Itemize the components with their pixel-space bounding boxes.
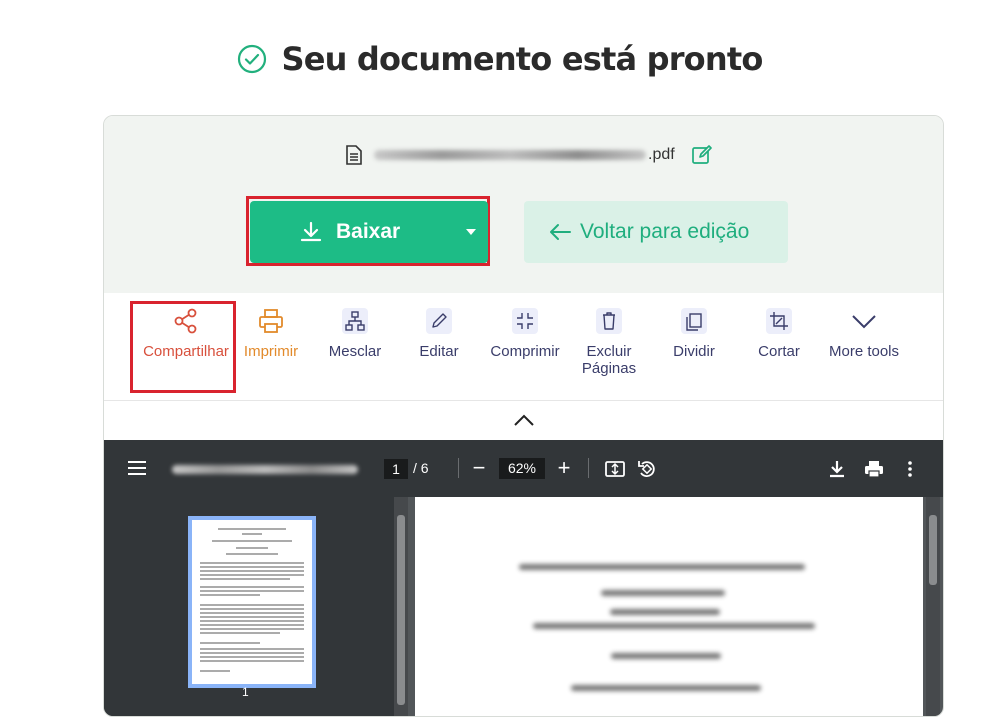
pdf-title-redacted xyxy=(172,465,358,474)
tool-merge[interactable]: Mesclar xyxy=(320,301,390,360)
tool-split-label: Dividir xyxy=(673,343,715,360)
page-number-input[interactable]: 1 xyxy=(384,459,408,479)
tool-compress[interactable]: Comprimir xyxy=(484,301,566,360)
redacted-text-line xyxy=(601,590,725,596)
pdf-toolbar: 1 / 6 − 62% + xyxy=(104,440,943,497)
toolbar-separator xyxy=(588,458,589,478)
tool-delete-pages[interactable]: Excluir Páginas xyxy=(574,301,644,377)
arrow-left-icon xyxy=(550,224,571,240)
crop-icon xyxy=(766,308,792,334)
tool-more[interactable]: More tools xyxy=(822,301,906,360)
back-to-edit-button[interactable]: Voltar para edição xyxy=(524,201,788,263)
tool-edit-label: Editar xyxy=(419,343,459,360)
tool-crop-label: Cortar xyxy=(758,343,800,360)
toolbar-separator xyxy=(458,458,459,478)
tool-print[interactable]: Imprimir xyxy=(232,301,310,360)
tool-split[interactable]: Dividir xyxy=(664,301,724,360)
download-icon xyxy=(300,221,322,242)
chevron-down-icon xyxy=(852,315,876,329)
page-thumbnail[interactable] xyxy=(188,516,316,688)
tool-more-label: More tools xyxy=(828,343,900,360)
merge-icon xyxy=(342,308,368,334)
tool-crop[interactable]: Cortar xyxy=(749,301,809,360)
page-total: / 6 xyxy=(413,460,429,476)
file-name-row: .pdf xyxy=(346,144,713,166)
tool-compress-label: Comprimir xyxy=(490,343,560,360)
menu-icon[interactable] xyxy=(128,460,146,476)
check-circle-icon xyxy=(238,44,267,74)
pencil-icon xyxy=(426,308,452,334)
zoom-out-button[interactable]: − xyxy=(470,457,488,479)
document-icon xyxy=(346,145,362,165)
zoom-level[interactable]: 62% xyxy=(499,458,545,479)
rotate-icon[interactable] xyxy=(636,458,658,480)
more-options-icon[interactable] xyxy=(899,458,921,480)
download-pdf-icon[interactable] xyxy=(826,458,848,480)
trash-icon xyxy=(596,308,622,334)
printer-icon xyxy=(259,309,283,333)
compress-icon xyxy=(512,308,538,334)
download-panel: .pdf Baixar Voltar para edição xyxy=(104,116,943,293)
page-heading: Seu documento está pronto xyxy=(0,40,1000,78)
redacted-text-line xyxy=(571,685,761,691)
chevron-up-icon[interactable] xyxy=(512,412,536,428)
dropdown-caret-icon[interactable] xyxy=(466,229,476,235)
redacted-text-line xyxy=(611,653,721,659)
zoom-in-button[interactable]: + xyxy=(555,457,573,479)
fit-page-icon[interactable] xyxy=(604,458,626,480)
split-icon xyxy=(681,308,707,334)
file-name-redacted xyxy=(374,150,646,160)
redacted-text-line xyxy=(610,609,720,615)
page-title: Seu documento está pronto xyxy=(281,40,763,78)
print-icon[interactable] xyxy=(863,458,885,480)
redacted-text-line xyxy=(519,564,805,570)
thumbnail-page-number: 1 xyxy=(242,685,249,699)
share-highlight-frame xyxy=(130,301,236,393)
thumbnail-sidebar: 1 xyxy=(104,497,394,716)
edit-icon[interactable] xyxy=(691,144,713,166)
tool-edit[interactable]: Editar xyxy=(409,301,469,360)
divider xyxy=(104,400,943,401)
tool-print-label: Imprimir xyxy=(243,343,299,360)
redacted-text-line xyxy=(533,623,815,629)
pdf-page xyxy=(415,497,923,716)
file-extension: .pdf xyxy=(648,146,675,163)
tool-merge-label: Mesclar xyxy=(328,343,382,360)
tool-delete-pages-label: Excluir Páginas xyxy=(581,343,637,377)
result-card: .pdf Baixar Voltar para edição Compartil… xyxy=(103,115,944,717)
back-to-edit-label: Voltar para edição xyxy=(580,220,750,243)
thumbnail-scrollbar[interactable] xyxy=(394,497,408,716)
download-button[interactable]: Baixar xyxy=(250,201,488,263)
download-label: Baixar xyxy=(336,220,401,243)
pdf-viewer: 1 / 6 − 62% + 1 xyxy=(104,440,943,716)
page-scrollbar[interactable] xyxy=(926,497,940,716)
